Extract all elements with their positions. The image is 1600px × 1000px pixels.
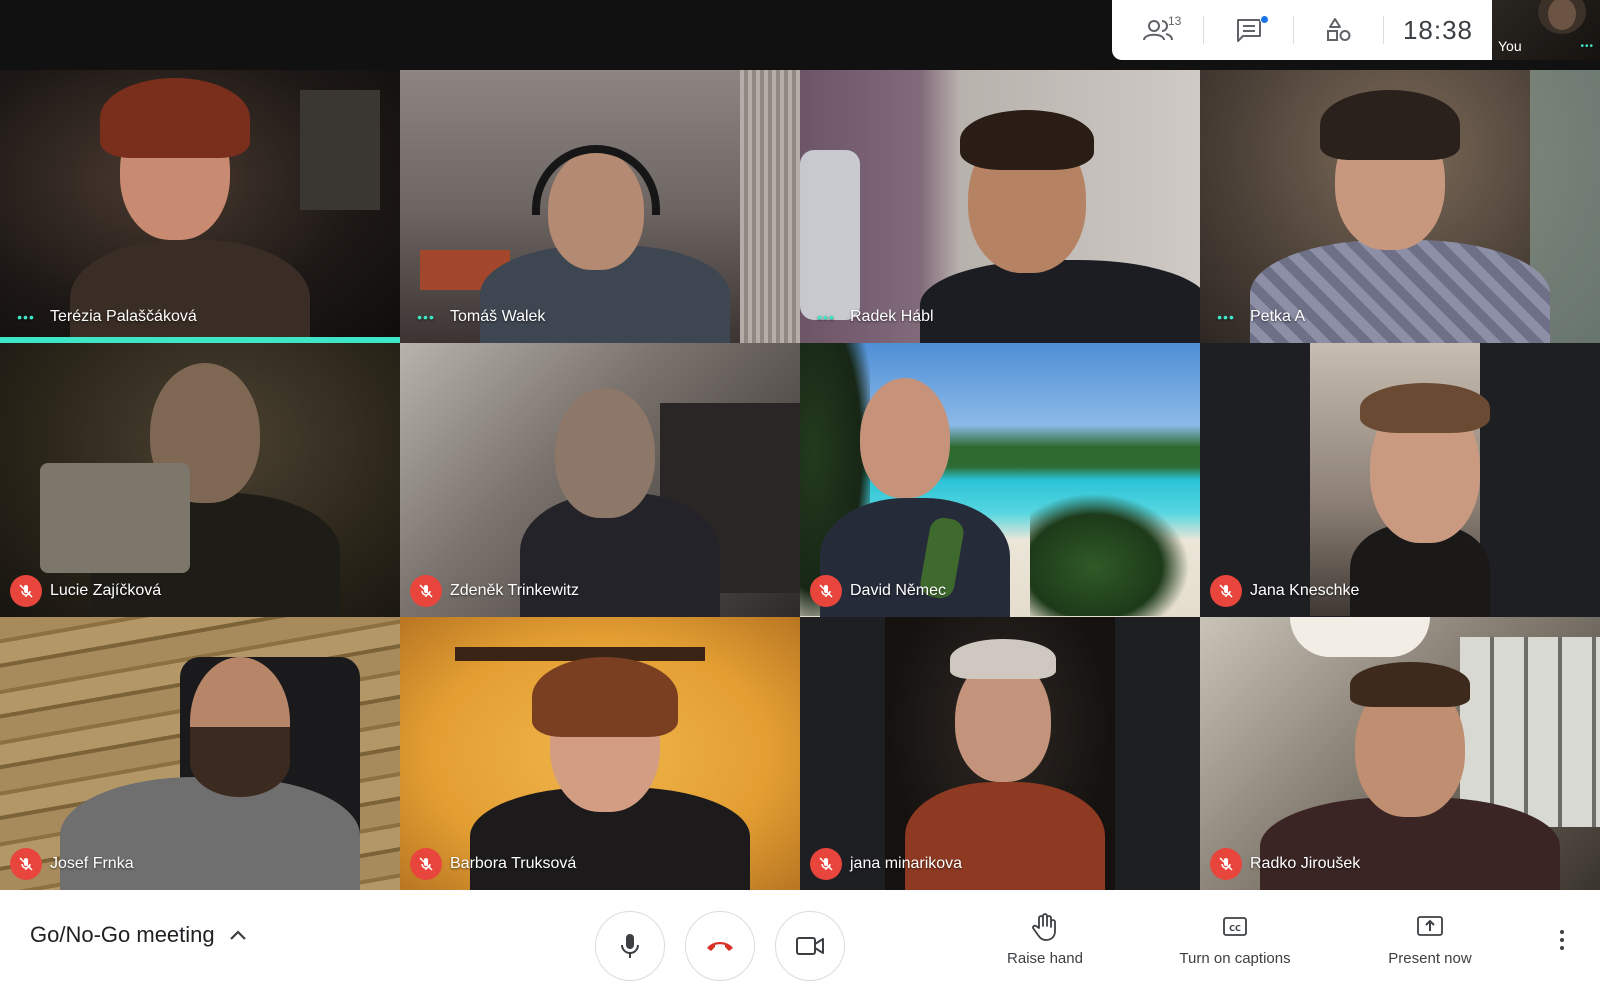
meeting-info-panel: 13 18:38 xyxy=(1112,0,1492,60)
chat-notification-dot xyxy=(1260,15,1269,24)
mic-off-icon xyxy=(1210,847,1242,880)
self-view-label: You xyxy=(1498,38,1522,54)
mic-off-icon xyxy=(410,574,442,607)
more-options-icon xyxy=(1560,930,1564,934)
hang-up-button[interactable] xyxy=(685,911,755,981)
video-grid: ••• Terézia Palaščáková ••• Tomáš Walek … xyxy=(0,70,1600,890)
participant-nametag: Radko Jiroušek xyxy=(1210,847,1361,880)
camera-button[interactable] xyxy=(775,911,845,981)
meeting-details-toggle[interactable]: Go/No-Go meeting xyxy=(30,922,247,948)
participant-name: Tomáš Walek xyxy=(450,308,546,326)
speaking-indicator: ••• xyxy=(417,309,435,326)
mic-off-icon xyxy=(810,574,842,607)
participant-nametag: Jana Kneschke xyxy=(1210,574,1360,607)
participant-name: Zdeněk Trinkewitz xyxy=(450,581,579,599)
raise-hand-button[interactable]: Raise hand xyxy=(985,912,1105,967)
participant-name: Radek Hábl xyxy=(850,308,934,326)
present-now-button[interactable]: Present now xyxy=(1370,912,1490,967)
present-screen-icon xyxy=(1417,916,1443,936)
svg-text:CC: CC xyxy=(1229,924,1241,933)
captions-icon: CC xyxy=(1223,917,1247,936)
participant-tile[interactable]: Lucie Zajíčková xyxy=(0,343,400,617)
participant-nametag: Josef Frnka xyxy=(10,847,134,880)
participant-tile[interactable]: jana minarikova xyxy=(800,616,1200,890)
participant-tile[interactable]: ••• Terézia Palaščáková xyxy=(0,70,400,344)
present-now-label: Present now xyxy=(1388,950,1472,967)
participant-tile[interactable]: Josef Frnka xyxy=(0,616,400,890)
video-camera-icon xyxy=(796,937,824,955)
people-count: 13 xyxy=(1168,14,1182,28)
participant-name: Radko Jiroušek xyxy=(1250,854,1361,872)
activities-button[interactable] xyxy=(1294,0,1384,60)
participant-tile[interactable]: Zdeněk Trinkewitz xyxy=(400,343,800,617)
participant-tile[interactable]: ••• Radek Hábl xyxy=(800,70,1200,344)
more-options-button[interactable] xyxy=(1550,920,1574,960)
participant-name: Terézia Palaščáková xyxy=(50,308,197,326)
participant-nametag: jana minarikova xyxy=(810,847,963,880)
speaking-indicator: ••• xyxy=(817,309,835,326)
participant-name: Lucie Zajíčková xyxy=(50,581,162,599)
participant-nametag: Zdeněk Trinkewitz xyxy=(410,574,579,607)
participant-tile[interactable]: ••• Tomáš Walek xyxy=(400,70,800,344)
participant-name: jana minarikova xyxy=(850,854,963,872)
top-bar: 13 18:38 You ••• xyxy=(0,0,1600,70)
mic-off-icon xyxy=(10,574,42,607)
people-button[interactable]: 13 xyxy=(1112,0,1204,60)
participant-nametag: Barbora Truksová xyxy=(410,847,577,880)
participant-nametag: ••• Terézia Palaščáková xyxy=(10,301,197,333)
captions-label: Turn on captions xyxy=(1179,950,1291,967)
participant-name: Barbora Truksová xyxy=(450,854,577,872)
participant-nametag: Lucie Zajíčková xyxy=(10,574,162,607)
chat-icon xyxy=(1237,19,1261,42)
phone-hangup-icon xyxy=(707,942,733,951)
mic-off-icon xyxy=(10,847,42,880)
activities-icon xyxy=(1327,18,1351,41)
participant-name: Jana Kneschke xyxy=(1250,581,1360,599)
self-speaking-indicator: ••• xyxy=(1580,41,1594,52)
chat-button[interactable] xyxy=(1204,0,1294,60)
participant-nametag: ••• Petka A xyxy=(1210,301,1305,333)
participant-tile[interactable]: Radko Jiroušek xyxy=(1200,616,1600,890)
captions-button[interactable]: CC Turn on captions xyxy=(1160,912,1310,967)
bottom-bar: Go/No-Go meeting Raise hand CC Turn on c… xyxy=(0,890,1600,1000)
participant-name: Josef Frnka xyxy=(50,854,134,872)
participant-name: David Němec xyxy=(850,581,947,599)
chevron-up-icon xyxy=(229,930,246,940)
participant-tile[interactable]: Jana Kneschke xyxy=(1200,343,1600,617)
participant-nametag: David Němec xyxy=(810,574,947,607)
hand-icon xyxy=(1032,913,1056,941)
participant-nametag: ••• Radek Hábl xyxy=(810,301,934,333)
speaking-indicator: ••• xyxy=(17,309,35,326)
participant-name: Petka A xyxy=(1250,308,1306,326)
participant-nametag: ••• Tomáš Walek xyxy=(410,301,545,333)
microphone-button[interactable] xyxy=(595,911,665,981)
mic-off-icon xyxy=(810,847,842,880)
self-view[interactable]: You ••• xyxy=(1492,0,1600,60)
clock: 18:38 xyxy=(1402,14,1474,45)
raise-hand-label: Raise hand xyxy=(1007,950,1083,967)
speaking-indicator: ••• xyxy=(1217,309,1235,326)
microphone-icon xyxy=(621,934,639,958)
participant-tile[interactable]: Barbora Truksová xyxy=(400,616,800,890)
meeting-title: Go/No-Go meeting xyxy=(30,922,215,947)
mic-off-icon xyxy=(410,847,442,880)
mic-off-icon xyxy=(1210,574,1242,607)
participant-tile[interactable]: ••• Petka A xyxy=(1200,70,1600,344)
participant-tile[interactable]: David Němec xyxy=(800,343,1200,617)
